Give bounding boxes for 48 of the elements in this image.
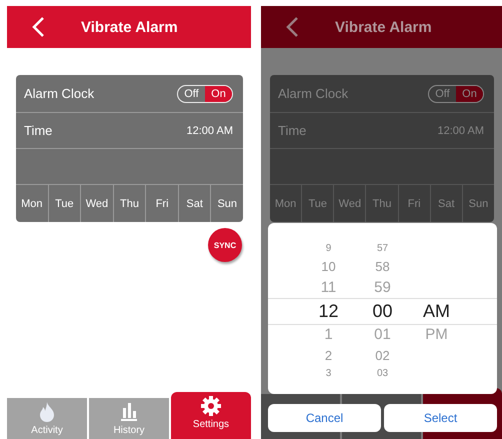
day-toggle[interactable]: Fri [398,185,430,222]
picker-value[interactable]: 01 [374,324,391,346]
day-toggle[interactable]: Thu [112,185,146,222]
day-toggle[interactable]: Tue [301,185,334,222]
day-toggle[interactable]: Sat [430,185,462,222]
bar-chart-icon [120,402,138,422]
picker-value[interactable]: AM [423,298,450,324]
screen-title: Vibrate Alarm [81,18,178,36]
day-toggle[interactable]: Mon [16,185,48,222]
back-icon[interactable] [285,16,299,38]
flame-icon [38,402,56,422]
day-toggle[interactable]: Sat [178,185,210,222]
day-toggle[interactable]: Thu [365,185,398,222]
picker-value[interactable]: 02 [375,346,390,366]
tab[interactable]: Settings [171,392,251,439]
sync-button[interactable]: SYNC [208,228,242,262]
picker-value[interactable]: 12 [318,298,339,324]
cancel-button[interactable]: Cancel [268,404,381,432]
picker-value[interactable]: 11 [320,276,336,298]
tab[interactable]: History [89,398,169,439]
picker-value[interactable]: 2 [324,346,332,366]
picker-value[interactable]: PM [425,324,448,346]
tab[interactable]: Activity [7,398,87,439]
day-toggle[interactable]: Mon [270,185,302,222]
alarm-clock-label: Alarm Clock [278,86,348,101]
day-toggle[interactable]: Wed [80,185,113,222]
alarm-toggle[interactable]: Off On [177,84,233,102]
day-toggle[interactable]: Sun [210,185,243,222]
picker-value[interactable]: 58 [375,256,390,276]
select-button[interactable]: Select [384,404,497,432]
time-row[interactable]: Time 12:00 AM [16,113,243,149]
picker-value[interactable]: 1 [324,324,333,346]
alarm-toggle[interactable]: Off On [428,84,484,102]
day-toggle[interactable]: Fri [145,185,178,222]
picker-value[interactable]: 03 [376,366,388,382]
alarm-clock-label: Alarm Clock [24,86,94,101]
picker-value[interactable]: 9 [326,240,332,256]
picker-value[interactable]: 57 [376,240,388,256]
screen-title: Vibrate Alarm [335,18,432,36]
day-toggle[interactable]: Tue [48,185,80,222]
day-toggle[interactable]: Sun [462,185,494,222]
picker-value[interactable]: 00 [372,298,393,324]
picker-value[interactable]: 10 [321,256,336,276]
day-toggle[interactable]: Wed [333,185,366,222]
time-row[interactable]: Time 12:00 AM [270,113,494,149]
picker-value[interactable]: 59 [374,276,391,298]
picker-value[interactable]: 3 [326,366,332,382]
gear-icon [201,396,221,416]
